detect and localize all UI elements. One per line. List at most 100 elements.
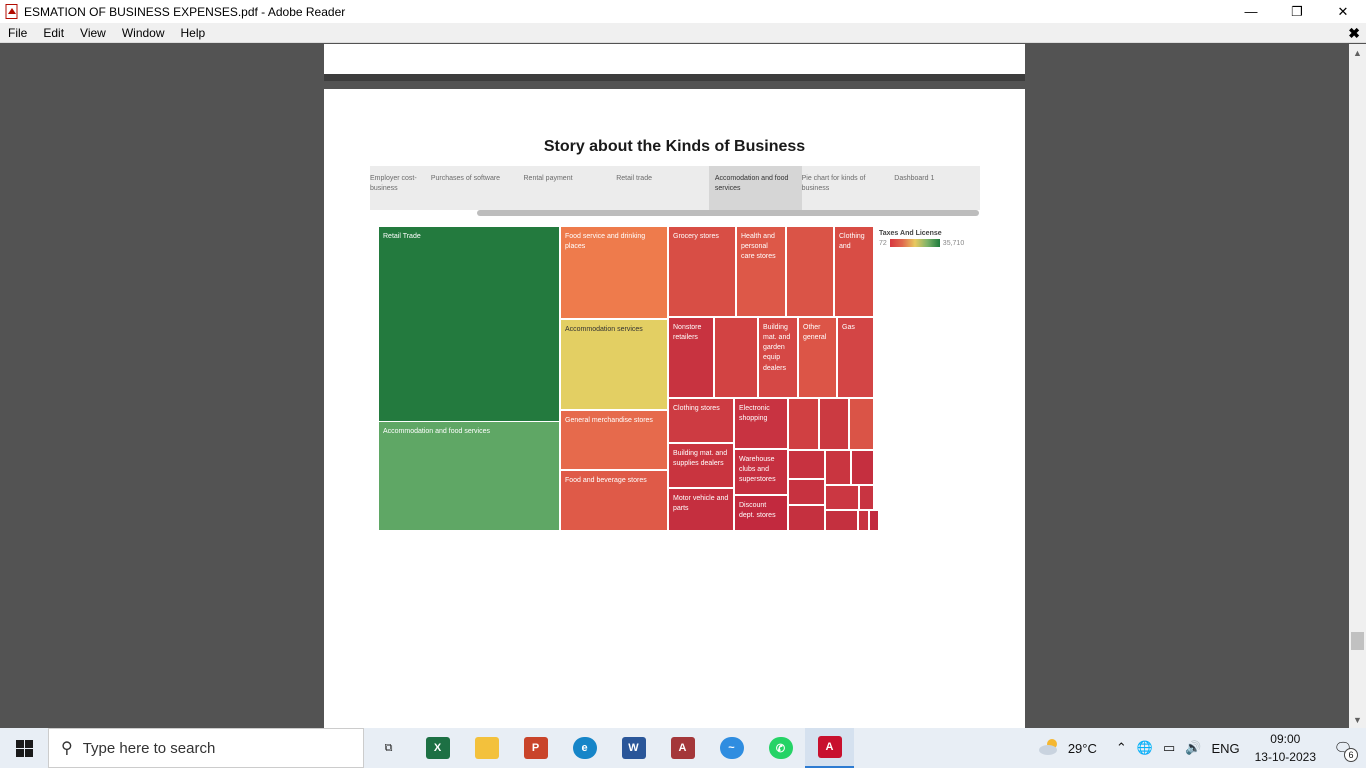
story-tabs: Employer cost-business Purchases of soft… [370, 166, 980, 210]
menu-bar: File Edit View Window Help ✖ [0, 23, 1366, 43]
edge-icon[interactable]: e [560, 728, 609, 768]
menu-view[interactable]: View [72, 26, 114, 40]
label-clothing-stores: Clothing stores [673, 405, 720, 412]
treemap-cell-clothing-stores: Clothing stores [668, 398, 734, 443]
adobe-pdf-icon [4, 4, 20, 20]
treemap-cell-gas: Gas [837, 317, 874, 398]
menu-window[interactable]: Window [114, 26, 173, 40]
notification-badge: 6 [1344, 748, 1358, 762]
story-tabs-scrollbar[interactable] [477, 210, 979, 216]
file-explorer-icon[interactable] [462, 728, 511, 768]
label-electronic-shopping: Electronic shopping [739, 405, 770, 423]
weather-icon [1038, 737, 1062, 760]
chevron-up-icon[interactable]: ⌃ [1116, 740, 1127, 756]
taskbar: ⚲ Type here to search ⧉ X P e W A ~ ✆ A … [0, 728, 1366, 768]
label-warehouse-clubs: Warehouse clubs and superstores [739, 456, 776, 484]
battery-icon[interactable]: ▭ [1163, 740, 1175, 756]
story-tab-accommodation[interactable]: Accomodation and food services [708, 166, 802, 210]
treemap-cell-building-garden: Building mat. and garden equip dealers [758, 317, 798, 398]
treemap-cell-unlabeled [849, 398, 874, 450]
treemap-cell-unlabeled [858, 510, 869, 531]
volume-icon[interactable]: 🔊 [1185, 740, 1201, 756]
close-button[interactable]: ✕ [1320, 0, 1366, 23]
notification-icon[interactable]: 🗨 6 [1330, 736, 1358, 762]
weather-app-icon[interactable]: ~ [707, 728, 756, 768]
windows-start-icon[interactable] [0, 728, 48, 768]
system-tray: 29°C ⌃ 🌐 ▭ 🔊 ENG 09:00 13-10-2023 🗨 6 [1038, 728, 1366, 768]
label-health: Health and personal care stores [741, 233, 776, 261]
treemap-chart: Retail Trade Accommodation and food serv… [378, 226, 879, 531]
treemap-cell-unlabeled [788, 505, 825, 531]
treemap-cell-unlabeled [869, 510, 879, 531]
story-tab-software[interactable]: Purchases of software [431, 166, 524, 210]
treemap-cell-discount-dept: Discount dept. stores [734, 495, 788, 531]
menu-file[interactable]: File [0, 26, 35, 40]
treemap-cell-warehouse-clubs: Warehouse clubs and superstores [734, 449, 788, 495]
treemap-cell-health: Health and personal care stores [736, 226, 786, 317]
legend-max: 35,710 [942, 239, 965, 247]
treemap-cell-retail-trade: Retail Trade [378, 226, 560, 422]
story-title: Story about the Kinds of Business [543, 138, 806, 155]
legend-title: Taxes And License [879, 230, 942, 237]
label-discount-dept: Discount dept. stores [739, 502, 776, 520]
search-placeholder: Type here to search [82, 739, 216, 757]
task-view-icon[interactable]: ⧉ [364, 728, 413, 768]
treemap-cell-other-general: Other general [798, 317, 837, 398]
treemap-cell-unlabeled [825, 450, 851, 485]
treemap-cell-food-service: Food service and drinking places [560, 226, 668, 319]
story-tab-retail[interactable]: Retail trade [616, 166, 709, 210]
menu-edit[interactable]: Edit [35, 26, 72, 40]
clock-time: 09:00 [1270, 732, 1301, 746]
treemap-cell-unlabeled [825, 485, 859, 510]
treemap-cell-accommodation-food: Accommodation and food services [378, 421, 560, 531]
label-other-general: Other general [803, 324, 827, 342]
label-retail-trade: Retail Trade [383, 233, 421, 240]
clock[interactable]: 09:00 13-10-2023 [1255, 730, 1316, 766]
scroll-up-icon[interactable]: ▲ [1349, 44, 1366, 61]
story-tab-employer[interactable]: Employer cost-business [370, 166, 431, 210]
treemap-cell-nonstore: Nonstore retailers [668, 317, 714, 398]
vertical-scrollbar[interactable]: ▲ ▼ [1349, 44, 1366, 728]
word-icon[interactable]: W [609, 728, 658, 768]
treemap-cell-clothing-and: Clothing and [834, 226, 874, 317]
treemap-cell-building-supplies: Building mat. and supplies dealers [668, 443, 734, 488]
previous-page [324, 44, 1025, 81]
title-bar: ESMATION OF BUSINESS EXPENSES.pdf - Adob… [0, 0, 1366, 23]
treemap-cell-unlabeled [788, 398, 819, 450]
weather-widget[interactable]: 29°C [1038, 737, 1097, 760]
scroll-thumb[interactable] [1351, 632, 1364, 650]
story-tab-pie-chart[interactable]: Pie chart for kinds of business [802, 166, 895, 210]
story-tab-rental[interactable]: Rental payment [524, 166, 617, 210]
treemap-cell-food-beverage: Food and beverage stores [560, 470, 668, 531]
network-icon[interactable]: 🌐 [1137, 740, 1153, 756]
whatsapp-icon[interactable]: ✆ [756, 728, 805, 768]
scroll-down-icon[interactable]: ▼ [1349, 711, 1366, 728]
menu-help[interactable]: Help [173, 26, 214, 40]
treemap-cell-unlabeled [786, 226, 834, 317]
excel-icon[interactable]: X [413, 728, 462, 768]
minimize-button[interactable]: — [1228, 0, 1274, 23]
temperature: 29°C [1067, 740, 1097, 756]
story-tab-dashboard[interactable]: Dashboard 1 [894, 166, 980, 210]
treemap-cell-unlabeled [788, 479, 825, 505]
adobe-reader-icon[interactable]: A [805, 728, 854, 768]
treemap-cell-unlabeled [825, 510, 858, 531]
label-building-garden: Building mat. and garden equip dealers [763, 324, 791, 372]
treemap-cell-unlabeled [859, 485, 874, 510]
label-general-merchandise: General merchandise stores [565, 417, 653, 424]
restore-button[interactable]: ❐ [1274, 0, 1320, 23]
document-viewer[interactable]: Story about the Kinds of Business Employ… [0, 44, 1349, 728]
treemap-cell-unlabeled [714, 317, 758, 398]
powerpoint-icon[interactable]: P [511, 728, 560, 768]
language-indicator[interactable]: ENG [1211, 741, 1239, 756]
treemap-cell-unlabeled [788, 450, 825, 479]
close-document-icon[interactable]: ✖ [1348, 25, 1360, 42]
access-icon[interactable]: A [658, 728, 707, 768]
pdf-page: Story about the Kinds of Business Employ… [324, 89, 1025, 728]
treemap-cell-grocery: Grocery stores [668, 226, 736, 317]
label-building-supplies: Building mat. and supplies dealers [673, 450, 728, 468]
color-legend: Taxes And License 72 35,710 [879, 230, 979, 247]
treemap-cell-unlabeled [851, 450, 874, 485]
label-clothing-and: Clothing and [839, 233, 865, 251]
taskbar-search[interactable]: ⚲ Type here to search [48, 728, 364, 768]
